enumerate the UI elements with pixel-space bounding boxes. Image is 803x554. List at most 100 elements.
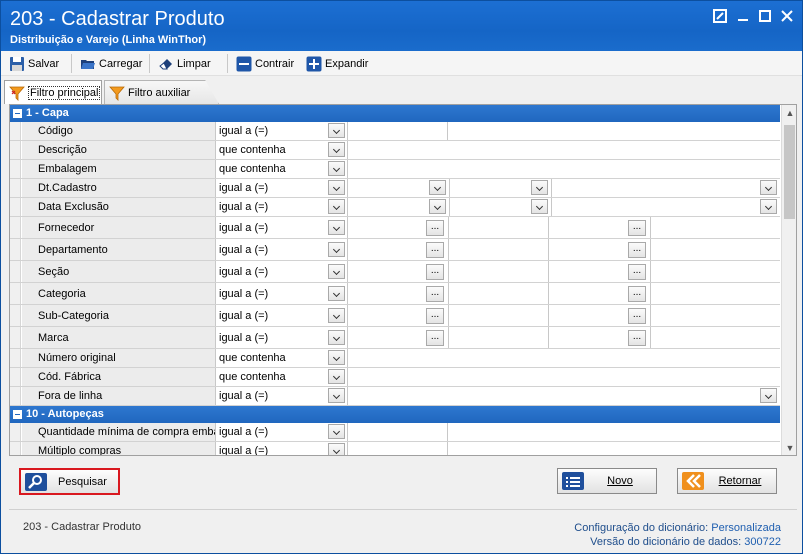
carregar-button[interactable]: Carregar [80,54,142,73]
lookup-code-input[interactable]: ... [549,283,651,304]
chevron-down-icon[interactable] [328,350,345,365]
restore-icon[interactable] [711,9,729,27]
chevron-down-icon[interactable] [328,285,345,301]
chevron-down-icon[interactable] [328,307,345,323]
operator-select[interactable]: igual a (=) [217,327,348,348]
date-to-input[interactable] [450,179,552,197]
lookup-code-input[interactable]: ... [549,239,651,260]
operator-select[interactable]: igual a (=) [217,423,348,441]
lookup-button[interactable]: ... [628,285,646,302]
chevron-down-icon[interactable] [328,443,345,455]
date-value-select[interactable] [552,179,780,197]
lookup-button[interactable]: ... [628,263,646,280]
lookup-code-input[interactable]: ... [549,305,651,326]
operator-select[interactable]: igual a (=) [217,217,348,238]
tab-filtro-auxiliar[interactable]: Filtro auxiliar [104,80,219,104]
collapse-minus-icon[interactable] [13,410,22,419]
chevron-down-icon[interactable] [328,199,345,214]
lookup-button[interactable]: ... [426,241,444,258]
filter-value-input[interactable] [348,141,780,159]
operator-select[interactable]: igual a (=) [217,122,348,140]
operator-select[interactable]: que contenha [217,368,348,386]
filter-value-select[interactable] [348,387,780,405]
operator-select[interactable]: igual a (=) [217,261,348,282]
chevron-down-icon[interactable] [328,241,345,257]
tab-filtro-principal[interactable]: Filtro principal [4,80,102,104]
chevron-down-icon[interactable] [760,388,777,403]
chevron-down-icon[interactable] [328,219,345,235]
filter-value-input[interactable] [348,442,448,455]
maximize-icon[interactable] [756,9,774,27]
filter-value-input[interactable] [348,122,448,140]
scroll-up-icon[interactable]: ▲ [782,105,796,121]
filter-value-input[interactable] [348,349,780,367]
lookup-code-input[interactable]: ... [549,327,651,348]
scroll-down-icon[interactable]: ▼ [782,440,796,455]
lookup-code-input[interactable]: ... [348,283,449,304]
lookup-button[interactable]: ... [426,329,444,346]
lookup-code-input[interactable]: ... [348,217,449,238]
lookup-code-input[interactable]: ... [348,327,449,348]
filter-value-input[interactable] [348,423,448,441]
chevron-down-icon[interactable] [531,199,548,214]
contrair-button[interactable]: Contrair [236,54,294,73]
operator-select[interactable]: igual a (=) [217,442,348,455]
operator-select[interactable]: igual a (=) [217,283,348,304]
section-header[interactable]: 1 - Capa [10,105,780,122]
lookup-code-input[interactable]: ... [549,217,651,238]
chevron-down-icon[interactable] [429,180,446,195]
expandir-button[interactable]: Expandir [306,54,368,73]
operator-select[interactable]: igual a (=) [217,305,348,326]
salvar-button[interactable]: Salvar [9,54,59,73]
collapse-minus-icon[interactable] [13,109,22,118]
chevron-down-icon[interactable] [328,123,345,138]
scroll-thumb[interactable] [784,125,795,219]
operator-select[interactable]: igual a (=) [217,198,348,216]
chevron-down-icon[interactable] [760,199,777,214]
lookup-code-input[interactable]: ... [348,305,449,326]
chevron-down-icon[interactable] [328,388,345,403]
operator-select[interactable]: que contenha [217,160,348,178]
date-from-input[interactable] [348,179,450,197]
lookup-button[interactable]: ... [426,219,444,236]
retornar-button[interactable]: Retornar [677,468,777,494]
chevron-down-icon[interactable] [328,142,345,157]
operator-select[interactable]: igual a (=) [217,179,348,197]
date-value-select[interactable] [552,198,780,216]
chevron-down-icon[interactable] [328,369,345,384]
filter-value-input[interactable] [348,368,780,386]
date-from-input[interactable] [348,198,450,216]
chevron-down-icon[interactable] [429,199,446,214]
operator-select[interactable]: igual a (=) [217,387,348,405]
lookup-button[interactable]: ... [426,263,444,280]
minimize-icon[interactable] [734,9,752,27]
close-icon[interactable] [778,9,796,27]
pesquisar-button[interactable]: Pesquisar [19,468,120,495]
filter-value-input[interactable] [348,160,780,178]
operator-select[interactable]: igual a (=) [217,239,348,260]
novo-button[interactable]: Novo [557,468,657,494]
lookup-button[interactable]: ... [426,285,444,302]
section-header[interactable]: 10 - Autopeças [10,406,780,423]
operator-select[interactable]: que contenha [217,141,348,159]
date-to-input[interactable] [450,198,552,216]
lookup-code-input[interactable]: ... [549,261,651,282]
chevron-down-icon[interactable] [328,263,345,279]
vertical-scrollbar[interactable]: ▲ ▼ [781,105,796,455]
lookup-button[interactable]: ... [628,307,646,324]
lookup-code-input[interactable]: ... [348,261,449,282]
chevron-down-icon[interactable] [328,424,345,439]
chevron-down-icon[interactable] [328,329,345,345]
lookup-button[interactable]: ... [426,307,444,324]
chevron-down-icon[interactable] [760,180,777,195]
operator-select[interactable]: que contenha [217,349,348,367]
chevron-down-icon[interactable] [328,180,345,195]
lookup-code-input[interactable]: ... [348,239,449,260]
chevron-down-icon[interactable] [531,180,548,195]
lookup-button[interactable]: ... [628,329,646,346]
chevron-down-icon[interactable] [328,161,345,176]
lookup-button[interactable]: ... [628,219,646,236]
limpar-button[interactable]: Limpar [158,54,211,73]
version-value: 300722 [744,536,781,548]
lookup-button[interactable]: ... [628,241,646,258]
